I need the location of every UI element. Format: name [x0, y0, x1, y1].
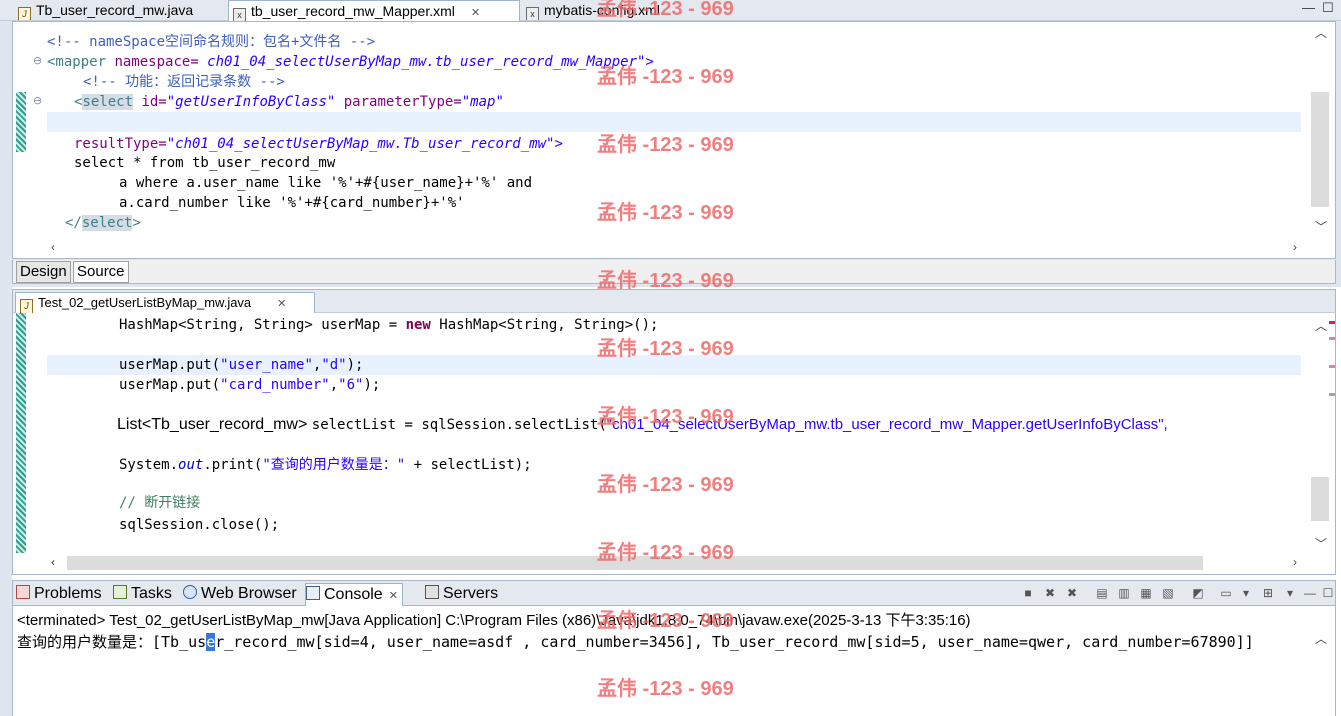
pin-console-icon[interactable]: ◩	[1191, 586, 1205, 600]
tasks-icon	[113, 585, 127, 599]
left-gutter	[0, 287, 12, 716]
xml-source-editor[interactable]: ⊖ ⊖ <!-- nameSpace空间命名规则：包名+文件名 --> <map…	[12, 21, 1336, 259]
java-line: HashMap<String, String> userMap = new Ha…	[119, 317, 659, 333]
xml-line: a.card_number like '%'+#{card_number}+'%…	[119, 195, 465, 211]
java-file-icon: J	[18, 7, 31, 20]
horizontal-scrollbar[interactable]: ‹ ›	[47, 553, 1301, 573]
close-icon[interactable]: ✕	[277, 294, 286, 313]
tab-web-browser[interactable]: Web Browser	[183, 583, 297, 605]
globe-icon	[183, 585, 197, 599]
minimize-icon[interactable]: —	[1302, 0, 1315, 15]
overview-marker[interactable]	[1329, 365, 1335, 368]
xml-line: <mapper namespace= ch01_04_selectUserByM…	[13, 52, 1335, 72]
scroll-down-icon[interactable]: ﹀	[1315, 218, 1327, 235]
tab-tb-user-record-java[interactable]: J Tb_user_record_mw.java	[14, 0, 220, 20]
console-tab-bar: Problems Tasks Web Browser Console ✕ Serv…	[12, 580, 1336, 606]
xml-value: ch01_04_selectUserByMap_mw.tb_user_recor…	[198, 54, 654, 70]
tab-mybatis-config-xml[interactable]: x mybatis-config.xml	[522, 0, 702, 20]
scroll-thumb[interactable]	[67, 556, 1203, 570]
display-console-icon[interactable]: ▭	[1219, 586, 1233, 600]
java-line: sqlSession.close();	[119, 517, 280, 533]
tab-mapper-xml[interactable]: x tb_user_record_mw_Mapper.xml ✕	[228, 0, 520, 21]
xml-file-icon: x	[233, 8, 246, 21]
console-output[interactable]: <terminated> Test_02_getUserListByMap_mw…	[12, 606, 1336, 716]
design-source-bar: Design Source	[12, 260, 1336, 284]
scroll-left-icon[interactable]: ‹	[51, 555, 55, 569]
xml-editor-pane: J Tb_user_record_mw.java x tb_user_record_…	[0, 0, 1341, 287]
tab-source[interactable]: Source	[73, 261, 129, 283]
clear-console-icon[interactable]: ▤	[1095, 586, 1109, 600]
scroll-lock-icon[interactable]: ▥	[1117, 586, 1131, 600]
console-status: <terminated> Test_02_getUserListByMap_mw…	[17, 612, 971, 629]
scroll-thumb[interactable]	[1311, 477, 1329, 521]
scroll-up-icon[interactable]: ︿	[1315, 24, 1327, 41]
scroll-left-icon[interactable]: ‹	[51, 240, 55, 254]
java-file-icon: J	[20, 299, 33, 313]
close-icon[interactable]: ✕	[471, 3, 480, 21]
xml-attr: namespace=	[114, 54, 199, 70]
minimize-icon[interactable]: —	[1303, 586, 1317, 600]
xml-line: <!-- 功能：返回记录条数 -->	[83, 74, 285, 90]
java-line: List<Tb_user_record_mw> selectList = sql…	[117, 416, 1168, 433]
java-line: userMap.put("card_number","6");	[119, 377, 381, 393]
xml-tag: select	[82, 94, 134, 110]
chevron-down-icon[interactable]: ▾	[1283, 586, 1297, 600]
show-console-icon[interactable]: ▧	[1161, 586, 1175, 600]
scroll-down-icon[interactable]: ﹀	[1315, 535, 1327, 552]
scroll-right-icon[interactable]: ›	[1293, 555, 1297, 569]
overview-marker[interactable]	[1329, 321, 1335, 324]
java-line: // 断开链接	[119, 495, 201, 511]
xml-line: </select>	[65, 215, 141, 231]
xml-line: <select id="getUserInfoByClass" paramete…	[74, 94, 504, 110]
console-icon	[306, 586, 320, 600]
java-editor-tab-bar: J Test_02_getUserListByMap_mw.java ✕	[12, 289, 1336, 313]
editor-tab-bar: J Tb_user_record_mw.java x tb_user_record_…	[0, 0, 1341, 21]
tab-test-java[interactable]: J Test_02_getUserListByMap_mw.java ✕	[15, 292, 315, 313]
console-output-line[interactable]: 查询的用户数量是：[Tb_user_record_mw[sid=4, user_…	[17, 631, 1254, 652]
java-source-editor[interactable]: HashMap<String, String> userMap = new Ha…	[12, 313, 1336, 575]
maximize-icon[interactable]: ☐	[1322, 0, 1334, 16]
tab-problems[interactable]: Problems	[16, 583, 102, 605]
horizontal-scrollbar[interactable]: ‹ ›	[47, 238, 1301, 258]
java-line: userMap.put("user_name","d");	[119, 357, 364, 373]
close-icon[interactable]: ✕	[389, 590, 398, 602]
xml-line: resultType="ch01_04_selectUserByMap_mw.T…	[74, 136, 563, 152]
open-console-icon[interactable]: ⊞	[1261, 586, 1275, 600]
tab-design[interactable]: Design	[16, 261, 71, 283]
word-wrap-icon[interactable]: ▦	[1139, 586, 1153, 600]
xml-file-icon: x	[526, 7, 539, 20]
text-cursor: e	[206, 633, 216, 651]
tab-console[interactable]: Console ✕	[305, 583, 403, 606]
terminate-icon[interactable]: ■	[1021, 586, 1035, 600]
overview-marker[interactable]	[1329, 393, 1335, 396]
xml-line: select * from tb_user_record_mw	[74, 155, 336, 171]
vertical-scrollbar[interactable]: ︿	[1307, 628, 1335, 716]
maximize-icon[interactable]: ☐	[1321, 586, 1335, 600]
scroll-up-icon[interactable]: ︿	[1315, 317, 1327, 334]
overview-marker[interactable]	[1329, 337, 1335, 340]
scroll-up-icon[interactable]: ︿	[1315, 630, 1327, 647]
tab-tasks[interactable]: Tasks	[113, 583, 172, 605]
scroll-right-icon[interactable]: ›	[1293, 240, 1297, 254]
vertical-scrollbar[interactable]: ︿ ﹀	[1301, 313, 1335, 553]
vertical-scrollbar[interactable]: ︿ ﹀	[1301, 22, 1335, 238]
problems-icon	[16, 585, 30, 599]
java-line: System.out.print("查询的用户数量是：" + selectLis…	[119, 457, 532, 473]
remove-all-icon[interactable]: ✖	[1065, 586, 1079, 600]
xml-line: <!-- nameSpace空间命名规则：包名+文件名 -->	[47, 34, 376, 50]
servers-icon	[425, 585, 439, 599]
tab-servers[interactable]: Servers	[425, 583, 498, 605]
xml-tag: <mapper	[47, 54, 115, 70]
scroll-thumb[interactable]	[1311, 92, 1329, 207]
chevron-down-icon[interactable]: ▾	[1239, 586, 1253, 600]
xml-line: a where a.user_name like '%'+#{user_name…	[119, 175, 533, 191]
remove-launch-icon[interactable]: ✖	[1043, 586, 1057, 600]
current-line-highlight	[47, 112, 1301, 132]
